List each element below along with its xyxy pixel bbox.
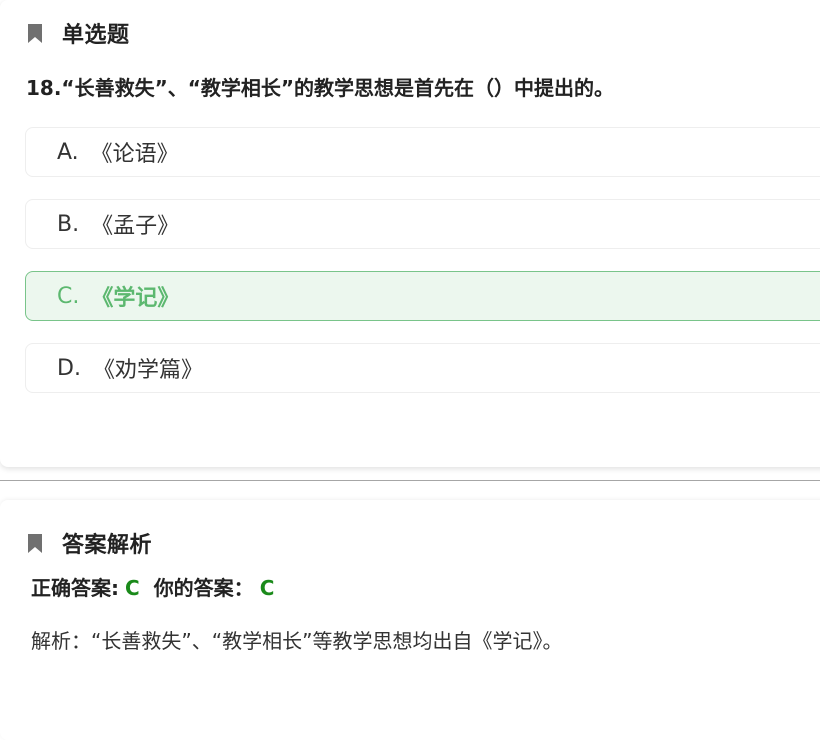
option-c-correct[interactable]: C. 《学记》 (25, 271, 820, 321)
question-text: 18.“长善救失”、“教学相长”的教学思想是首先在（）中提出的。 (26, 76, 615, 100)
bookmark-icon (28, 533, 42, 553)
option-letter: C. (57, 283, 80, 309)
correct-answer-label: 正确答案: (31, 576, 119, 600)
option-letter: B. (57, 211, 80, 237)
option-text: 《孟子》 (91, 214, 180, 239)
answer-analysis-title: 答案解析 (62, 533, 153, 558)
question-section-header: 单选题 (28, 17, 130, 49)
option-text: 《劝学篇》 (92, 358, 203, 383)
analysis-text: 解析：“长善救失”、“教学相长”等教学思想均出自《学记》。 (31, 629, 563, 653)
option-letter: A. (57, 139, 79, 165)
option-d[interactable]: D. 《劝学篇》 (25, 343, 820, 393)
bookmark-icon (28, 23, 42, 43)
your-answer-label: 你的答案： (153, 576, 254, 600)
section-divider (0, 480, 820, 481)
correct-answer-value: C (125, 576, 140, 600)
option-text: 《学记》 (91, 286, 180, 311)
option-a[interactable]: A. 《论语》 (25, 127, 820, 177)
answer-section-header: 答案解析 (28, 527, 152, 559)
option-letter: D. (57, 355, 81, 381)
option-b[interactable]: B. 《孟子》 (25, 199, 820, 249)
question-type-title: 单选题 (62, 23, 130, 48)
answer-line: 正确答案: C 你的答案： C (31, 572, 288, 601)
option-text: 《论语》 (90, 142, 179, 167)
your-answer-value: C (259, 576, 275, 600)
